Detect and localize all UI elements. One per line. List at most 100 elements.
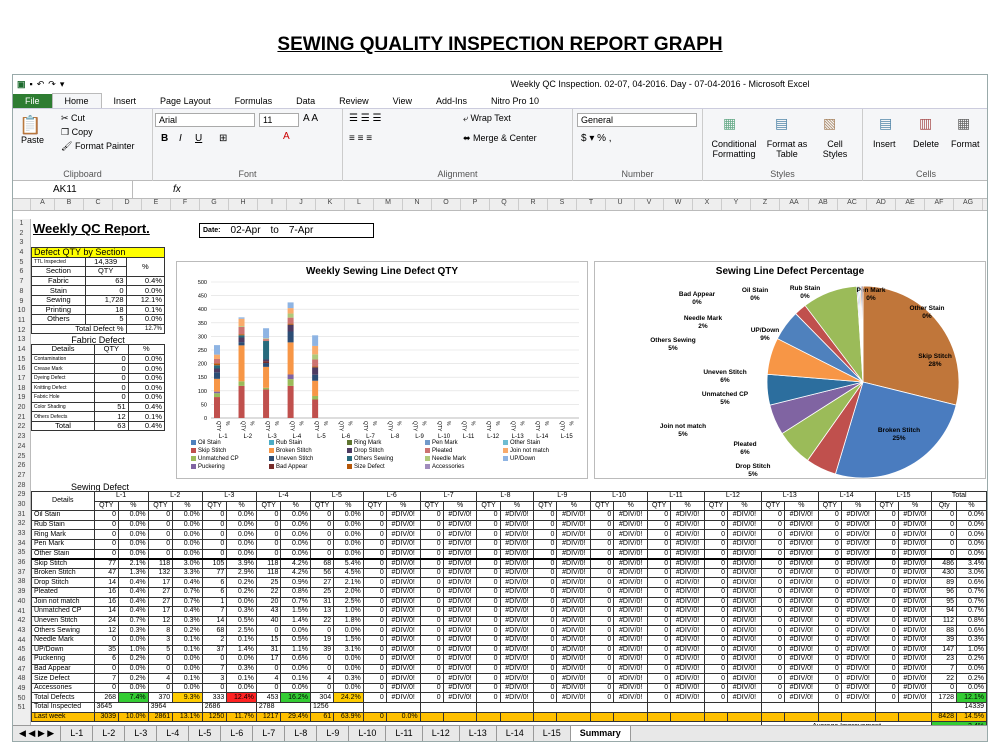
row-number[interactable]: 20 <box>13 403 30 413</box>
column-header[interactable]: Y <box>722 199 751 210</box>
column-header[interactable]: Q <box>490 199 519 210</box>
underline-button[interactable]: U <box>195 133 202 144</box>
format-button[interactable]: Format <box>951 139 980 149</box>
format-painter-button[interactable]: 🖌 Format Painter <box>61 141 134 152</box>
row-number[interactable]: 8 <box>13 287 30 297</box>
column-header[interactable]: W <box>664 199 693 210</box>
column-header[interactable]: AD <box>867 199 896 210</box>
number-format-select[interactable]: General <box>577 113 697 127</box>
row-number[interactable]: 7 <box>13 277 30 287</box>
tab-home[interactable]: Home <box>51 93 102 108</box>
sheet-tab-l-12[interactable]: L-12 <box>423 726 460 741</box>
sheet-tab-l-6[interactable]: L-6 <box>221 726 254 741</box>
column-header[interactable]: A <box>31 199 55 210</box>
customize-icon[interactable]: ▾ <box>60 79 65 90</box>
row-number[interactable]: 47 <box>13 665 30 675</box>
tab-data[interactable]: Data <box>284 94 327 108</box>
row-number[interactable]: 29 <box>13 490 30 500</box>
sheet-tab-l-2[interactable]: L-2 <box>93 726 126 741</box>
sheet-tab-l-9[interactable]: L-9 <box>317 726 350 741</box>
row-number[interactable]: 22 <box>13 422 30 432</box>
font-color-icon[interactable]: A <box>283 131 290 142</box>
column-header[interactable]: H <box>229 199 258 210</box>
column-header[interactable]: J <box>287 199 316 210</box>
sheet-tab-l-5[interactable]: L-5 <box>189 726 222 741</box>
row-number[interactable]: 37 <box>13 568 30 578</box>
sheet-tab-l-7[interactable]: L-7 <box>253 726 286 741</box>
column-header[interactable]: G <box>200 199 229 210</box>
font-name-select[interactable]: Arial <box>155 113 255 127</box>
row-number[interactable]: 30 <box>13 500 30 510</box>
row-number[interactable]: 9 <box>13 297 30 307</box>
row-number[interactable]: 48 <box>13 674 30 684</box>
sheet-tab-l-15[interactable]: L-15 <box>534 726 571 741</box>
row-number[interactable]: 32 <box>13 519 30 529</box>
row-number[interactable]: 46 <box>13 655 30 665</box>
row-number[interactable]: 41 <box>13 607 30 617</box>
save-icon[interactable]: ▪ <box>30 79 33 90</box>
tab-file[interactable]: File <box>13 94 52 108</box>
column-header[interactable]: AB <box>809 199 838 210</box>
row-number[interactable]: 40 <box>13 597 30 607</box>
currency-icon[interactable]: $ ▾ % , <box>581 133 612 144</box>
name-box[interactable]: AK11 <box>13 181 133 198</box>
row-number[interactable]: 43 <box>13 626 30 636</box>
sheet-tab-l-4[interactable]: L-4 <box>157 726 190 741</box>
row-number[interactable]: 18 <box>13 384 30 394</box>
row-number[interactable]: 24 <box>13 442 30 452</box>
font-size-select[interactable]: 11 <box>259 113 299 127</box>
bold-button[interactable]: B <box>161 133 168 144</box>
row-number[interactable]: 21 <box>13 413 30 423</box>
row-number[interactable]: 36 <box>13 558 30 568</box>
row-number[interactable]: 1 <box>13 219 30 229</box>
sheet-tab-l-13[interactable]: L-13 <box>460 726 497 741</box>
worksheet[interactable]: Weekly QC Report. Date: 02-Apr to 7-Apr … <box>30 219 987 732</box>
column-header[interactable]: E <box>142 199 171 210</box>
column-header[interactable]: AA <box>780 199 809 210</box>
column-header[interactable]: AC <box>838 199 867 210</box>
tab-nitro-pro-10[interactable]: Nitro Pro 10 <box>479 94 551 108</box>
sheet-tab-l-11[interactable]: L-11 <box>386 726 423 741</box>
row-number[interactable]: 42 <box>13 616 30 626</box>
row-number[interactable]: 50 <box>13 694 30 704</box>
row-number[interactable]: 39 <box>13 587 30 597</box>
column-header[interactable]: S <box>548 199 577 210</box>
row-number[interactable]: 35 <box>13 548 30 558</box>
tab-nav-icon[interactable]: ◀ ◀ ▶ ▶ <box>13 726 62 741</box>
paste-button[interactable]: Paste <box>21 135 44 145</box>
cell-styles-button[interactable]: Cell Styles <box>815 139 855 159</box>
select-all-corner[interactable] <box>13 199 31 210</box>
tab-add-ins[interactable]: Add-Ins <box>424 94 479 108</box>
column-header[interactable]: F <box>171 199 200 210</box>
paste-icon[interactable]: 📋 <box>19 115 41 136</box>
column-header[interactable]: V <box>635 199 664 210</box>
row-number[interactable]: 4 <box>13 248 30 258</box>
row-number[interactable]: 14 <box>13 345 30 355</box>
row-number[interactable]: 51 <box>13 703 30 713</box>
column-header[interactable]: O <box>432 199 461 210</box>
wrap-text-button[interactable]: ⤶ Wrap Text <box>463 113 511 124</box>
tab-view[interactable]: View <box>381 94 424 108</box>
column-header[interactable]: AE <box>896 199 925 210</box>
row-number[interactable]: 19 <box>13 393 30 403</box>
column-header[interactable]: D <box>113 199 142 210</box>
sheet-tab-l-1[interactable]: L-1 <box>61 726 94 741</box>
row-number[interactable]: 16 <box>13 364 30 374</box>
row-number[interactable]: 13 <box>13 335 30 345</box>
column-header[interactable]: U <box>606 199 635 210</box>
row-number[interactable]: 27 <box>13 471 30 481</box>
column-header[interactable]: X <box>693 199 722 210</box>
conditional-formatting-button[interactable]: Conditional Formatting <box>709 139 759 159</box>
row-number[interactable]: 10 <box>13 306 30 316</box>
column-header[interactable]: N <box>403 199 432 210</box>
align-left-icon[interactable]: ≡ ≡ ≡ <box>349 133 372 144</box>
row-number[interactable]: 33 <box>13 529 30 539</box>
row-number[interactable]: 23 <box>13 432 30 442</box>
pie-chart[interactable]: Sewing Line Defect Percentage Skip Stitc… <box>594 261 986 479</box>
row-number[interactable]: 28 <box>13 481 30 491</box>
row-number[interactable]: 34 <box>13 539 30 549</box>
column-header[interactable]: L <box>345 199 374 210</box>
italic-button[interactable]: I <box>179 133 182 144</box>
row-number[interactable]: 12 <box>13 326 30 336</box>
delete-button[interactable]: Delete <box>913 139 939 149</box>
